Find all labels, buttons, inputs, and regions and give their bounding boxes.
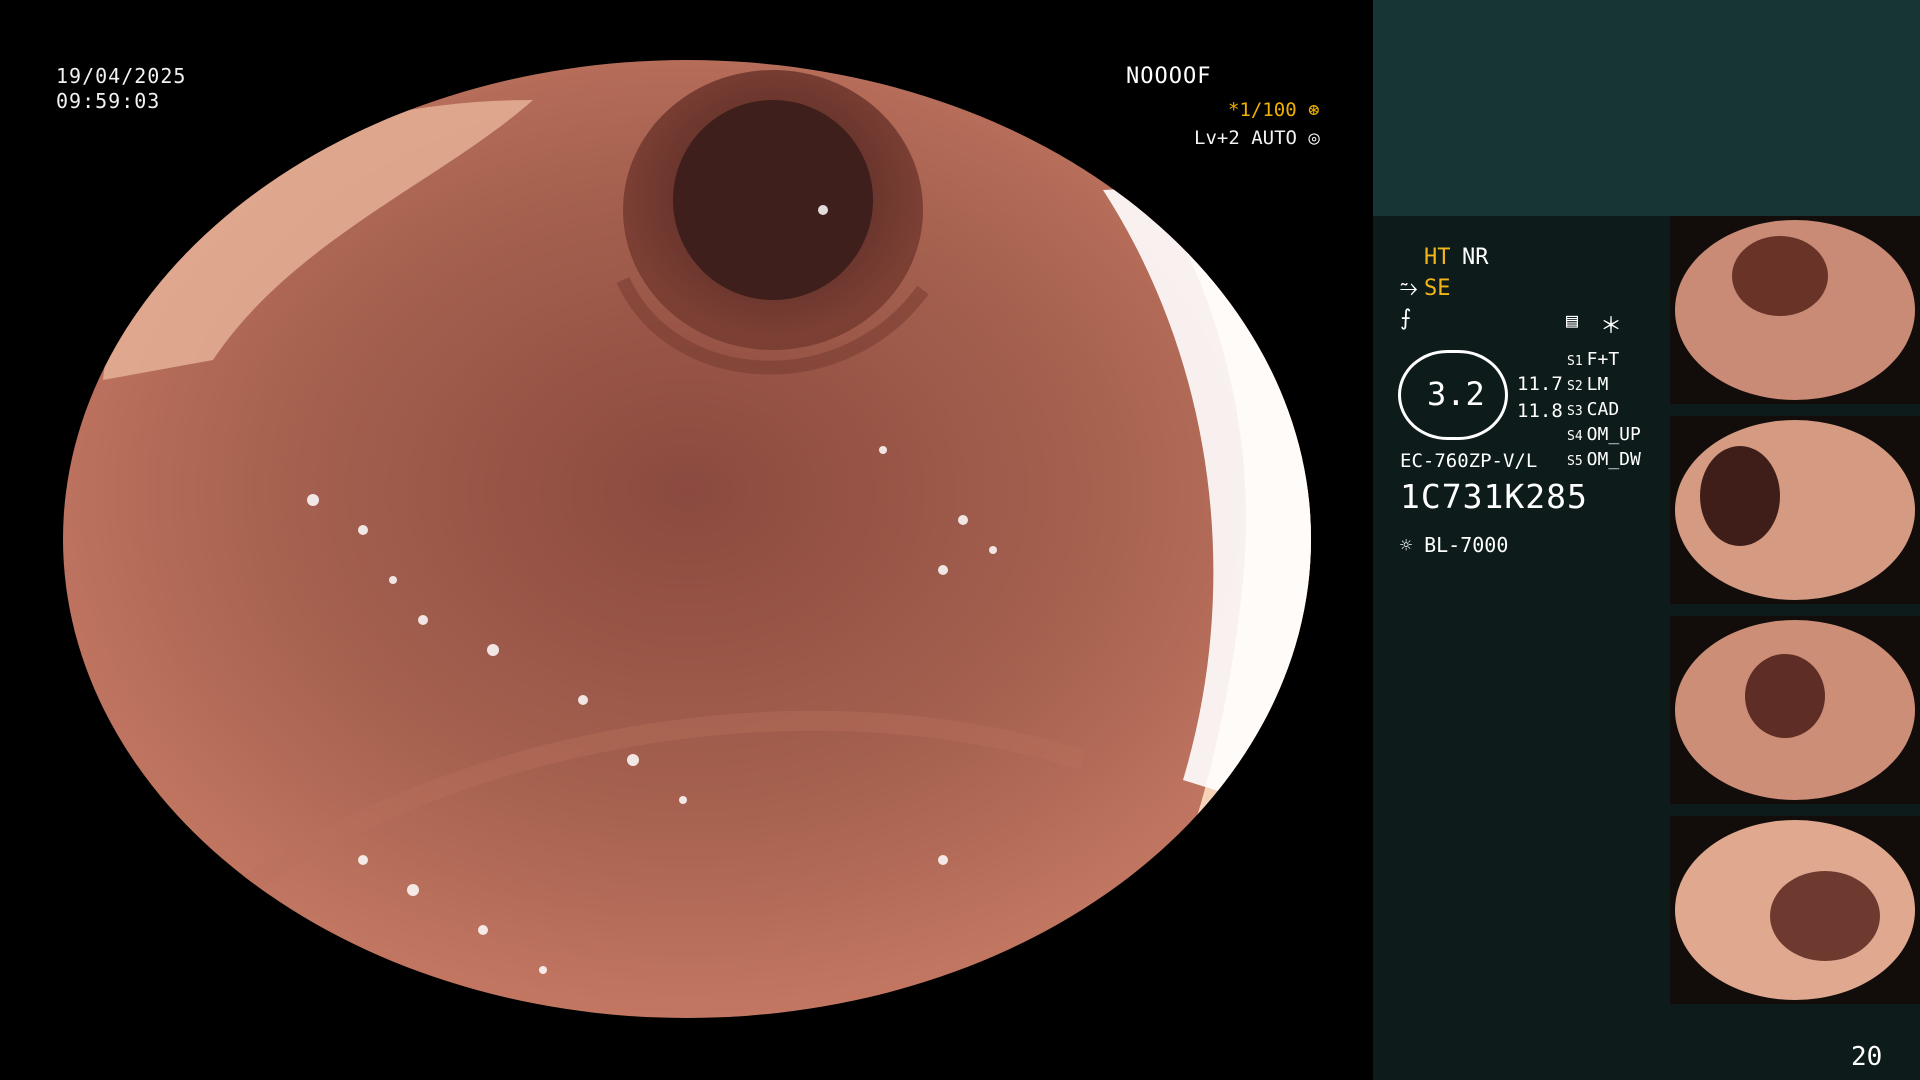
side-panel-header <box>1373 0 1920 216</box>
level-label: Lv+2 AUTO ◎ <box>1194 127 1320 149</box>
scope-serial: 1C731K285 <box>1400 477 1588 516</box>
se-label: SE <box>1424 276 1451 301</box>
s5-item: S5 OM_DW <box>1567 449 1641 470</box>
value-1: 11.7 <box>1517 373 1563 395</box>
star-icon: ＊ <box>1600 314 1623 339</box>
scope-model: EC-760ZP-V/L <box>1400 450 1538 472</box>
s3-item: S3 CAD <box>1567 399 1620 420</box>
page-number: 20 <box>1851 1042 1883 1072</box>
code-label: NOOOOF <box>1126 64 1212 89</box>
endoscopic-image <box>63 60 1311 1018</box>
lamp-icon: ☼ <box>1400 533 1413 557</box>
badge-value: 3.2 <box>1427 375 1485 413</box>
thumbnail-1[interactable] <box>1670 216 1920 404</box>
scope-icon: ⨍ <box>1400 306 1412 331</box>
diaphragm-icon: ⊛ <box>1308 99 1320 121</box>
se-icon: ⥲ <box>1400 276 1418 301</box>
auto-icon: ◎ <box>1308 127 1320 149</box>
thumbnail-2[interactable] <box>1670 416 1920 604</box>
menu-icon: ▤ <box>1566 308 1579 332</box>
value-2: 11.8 <box>1517 400 1563 422</box>
shutter-speed-label: *1/100 ⊛ <box>1228 99 1320 121</box>
s2-item: S2 LM <box>1567 374 1609 395</box>
thumbnail-3[interactable] <box>1670 616 1920 804</box>
thumbnail-4[interactable] <box>1670 816 1920 1004</box>
lamp-info: ☼ BL-7000 <box>1400 533 1509 557</box>
time-label: 09:59:03 <box>56 89 161 113</box>
s1-item: S1 F+T <box>1567 349 1620 370</box>
ht-label: HT <box>1424 245 1451 270</box>
date-label: 19/04/2025 <box>56 64 187 88</box>
colon-lumen-graphic <box>63 60 1311 1018</box>
s4-item: S4 OM_UP <box>1567 424 1641 445</box>
endoscopy-view-area: 19/04/2025 09:59:03 NOOOOF *1/100 ⊛ Lv+2… <box>0 0 1373 1080</box>
nr-label: NR <box>1462 245 1489 270</box>
